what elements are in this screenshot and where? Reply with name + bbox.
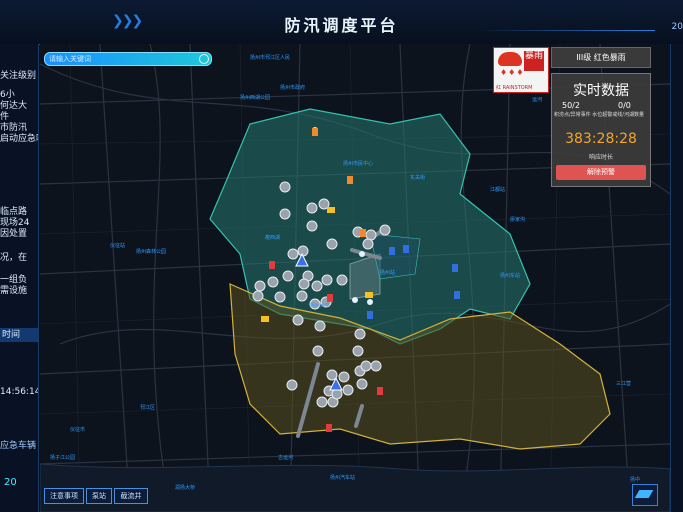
- map-label: 扬中: [630, 477, 641, 483]
- page-title: 防汛调度平台: [284, 16, 399, 35]
- right-collapsed-panel[interactable]: [670, 44, 683, 512]
- map-label: 江都站: [490, 187, 506, 193]
- layers-icon: [634, 490, 654, 498]
- left-line: 6小: [0, 90, 15, 100]
- map-label: 邗江区: [140, 405, 156, 411]
- rainstorm-en-label: 红 RAINSTORM: [496, 85, 533, 91]
- release-warning-button[interactable]: 解除预警: [556, 165, 646, 180]
- left-line: 关注级别: [0, 71, 37, 81]
- search-bar[interactable]: [44, 52, 212, 66]
- app-header: ❯❯❯ 防汛调度平台 20: [0, 0, 683, 45]
- search-icon[interactable]: [199, 54, 209, 64]
- map-label: 扬州汽车站: [330, 475, 356, 481]
- cloud-icon: [498, 52, 522, 66]
- left-line: 市防汛: [0, 123, 28, 133]
- map-label: 扬子江公园: [50, 455, 76, 461]
- interceptor-well-button[interactable]: 截流井: [114, 488, 148, 504]
- left-line: 何达大: [0, 101, 28, 111]
- map-label: 扬州大学: [310, 303, 331, 309]
- notes-button[interactable]: 注意事项: [44, 488, 84, 504]
- left-line: 启动应急响: [0, 134, 38, 144]
- map-label: 扬州市邗江区人民: [250, 55, 291, 61]
- rainstorm-label: 暴雨: [524, 51, 544, 71]
- response-duration-label: 响应时长: [588, 154, 613, 161]
- left-line: 件: [0, 112, 10, 122]
- car-count: 20: [4, 477, 17, 488]
- pump-station-button[interactable]: 泵站: [86, 488, 112, 504]
- map-label: 三江营: [616, 381, 632, 387]
- map-label: 扬州东站: [500, 273, 521, 279]
- response-timer: 383:28:28: [565, 131, 637, 147]
- map-label: 仪征站: [110, 243, 126, 249]
- search-input[interactable]: [49, 53, 189, 65]
- rain-drops-icon: ♦♦♦: [500, 68, 525, 77]
- water-level-count: 0/0: [618, 101, 631, 110]
- realtime-data-panel: 实时数据 50/2 0/0 积涝点/异常事件 水位超警戒线/河湖数量 383:2…: [551, 73, 651, 187]
- left-info-panel: 关注级别 6小 何达大 件 市防汛 启动应急响 临点路 现场24 因处置 况，在…: [0, 44, 39, 512]
- stats-caption: 积涝点/异常事件 水位超警戒线/河湖数量: [554, 112, 644, 118]
- car-label: 应急车辆: [0, 441, 37, 451]
- left-line: 需设施: [0, 286, 28, 296]
- map-label: 扬州森林公园: [136, 249, 167, 255]
- left-line: 况，在: [0, 253, 28, 263]
- map-label: 扬州站: [380, 270, 396, 276]
- left-line: 现场24: [0, 218, 30, 228]
- time-column-header[interactable]: 时间: [0, 328, 38, 342]
- left-line: 一组负: [0, 275, 28, 285]
- map-label: 润扬大桥: [175, 485, 196, 491]
- event-timestamp: 14:56:14: [0, 387, 39, 397]
- layer-toggle-button[interactable]: [632, 484, 658, 506]
- map-label: 廖家沟: [510, 217, 526, 223]
- warning-level-badge: III级 红色暴雨: [551, 47, 651, 68]
- realtime-title: 实时数据: [573, 83, 629, 99]
- map-label: 扬州市政府: [280, 85, 306, 91]
- left-line: 因处置: [0, 229, 28, 239]
- map-label: 东关街: [410, 175, 426, 181]
- rainstorm-warning-icon: ♦♦♦ 暴雨 红 RAINSTORM: [493, 47, 549, 93]
- map-label: 运河: [532, 97, 543, 103]
- map-label: 仪征市: [70, 427, 86, 433]
- map-label: 扬州西湖公园: [240, 95, 271, 101]
- header-date: 20: [671, 22, 683, 32]
- map-label: 扬州市民中心: [343, 161, 374, 167]
- map-label: 古运河: [278, 455, 294, 461]
- left-line: 临点路: [0, 207, 28, 217]
- header-divider: [475, 30, 655, 31]
- map-label: 瘦西湖: [265, 235, 281, 241]
- waterlog-event-count: 50/2: [562, 101, 580, 110]
